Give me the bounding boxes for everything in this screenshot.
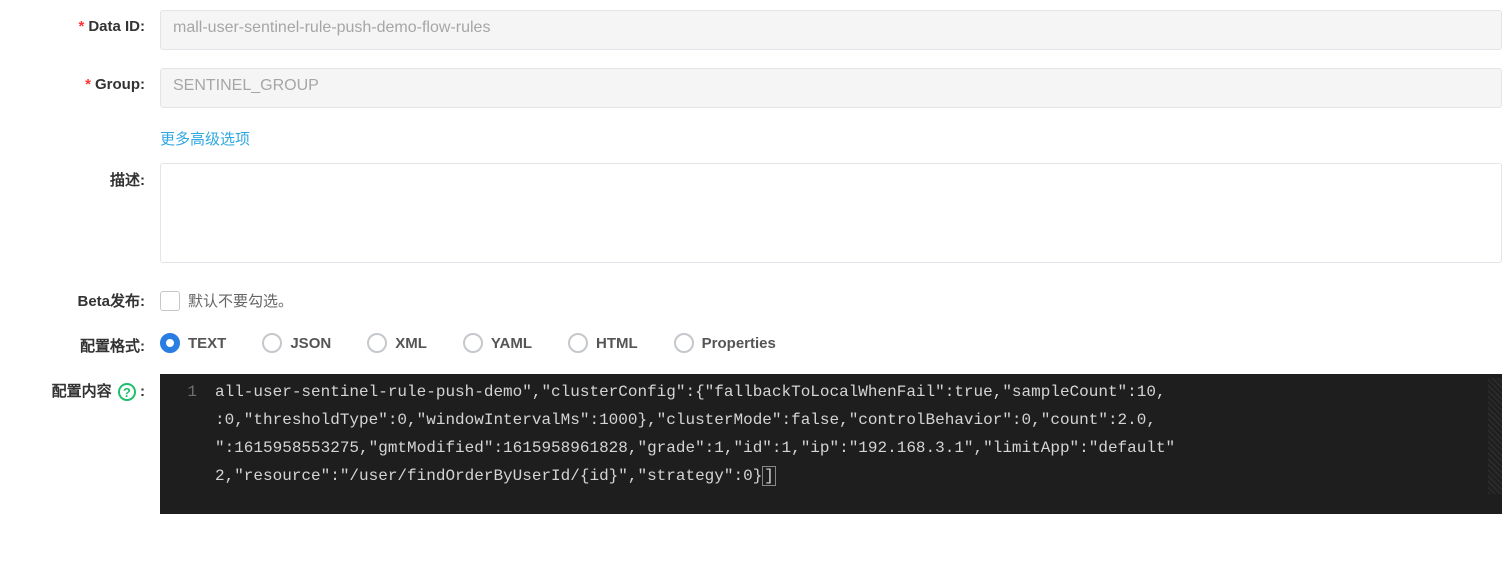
radio-label: XML xyxy=(395,335,427,352)
radio-label: HTML xyxy=(596,335,638,352)
row-beta: Beta发布: 默认不要勾选。 xyxy=(0,284,1502,311)
radio-dot-icon xyxy=(463,333,483,353)
format-radio-text[interactable]: TEXT xyxy=(160,333,226,353)
row-content: 配置内容 ? : 1 all-user-sentinel-rule-push-d… xyxy=(0,374,1502,514)
radio-label: TEXT xyxy=(188,335,226,352)
beta-hint-text: 默认不要勾选。 xyxy=(188,290,293,311)
editor-scrollbar[interactable] xyxy=(1488,378,1502,494)
radio-label: Properties xyxy=(702,335,776,352)
label-group-text: Group: xyxy=(95,76,145,93)
label-content-colon: : xyxy=(140,383,145,400)
help-icon[interactable]: ? xyxy=(118,383,136,401)
advanced-options-link[interactable]: 更多高级选项 xyxy=(160,126,250,149)
label-group: *Group: xyxy=(0,68,160,93)
beta-checkbox[interactable] xyxy=(160,291,180,311)
row-format: 配置格式: TEXT JSON XML YAML HTML Properties xyxy=(0,329,1502,356)
code-editor[interactable]: 1 all-user-sentinel-rule-push-demo","clu… xyxy=(160,374,1502,514)
radio-dot-icon xyxy=(262,333,282,353)
radio-dot-icon xyxy=(674,333,694,353)
group-input[interactable]: SENTINEL_GROUP xyxy=(160,68,1502,108)
format-radio-html[interactable]: HTML xyxy=(568,333,638,353)
required-star-icon: * xyxy=(78,18,84,35)
label-description: 描述: xyxy=(0,163,160,190)
label-beta: Beta发布: xyxy=(0,284,160,311)
radio-dot-icon xyxy=(568,333,588,353)
row-group: *Group: SENTINEL_GROUP xyxy=(0,68,1502,108)
format-radio-json[interactable]: JSON xyxy=(262,333,331,353)
description-textarea[interactable] xyxy=(160,163,1502,263)
label-data-id: *Data ID: xyxy=(0,10,160,35)
format-radio-group: TEXT JSON XML YAML HTML Properties xyxy=(160,329,1502,353)
editor-gutter: 1 xyxy=(160,378,215,494)
format-radio-xml[interactable]: XML xyxy=(367,333,427,353)
format-radio-properties[interactable]: Properties xyxy=(674,333,776,353)
radio-dot-icon xyxy=(160,333,180,353)
row-data-id: *Data ID: mall-user-sentinel-rule-push-d… xyxy=(0,10,1502,50)
label-content: 配置内容 ? : xyxy=(0,374,160,401)
row-advanced: 更多高级选项 xyxy=(0,126,1502,149)
radio-dot-icon xyxy=(367,333,387,353)
label-format: 配置格式: xyxy=(0,329,160,356)
data-id-input[interactable]: mall-user-sentinel-rule-push-demo-flow-r… xyxy=(160,10,1502,50)
label-data-id-text: Data ID: xyxy=(88,18,145,35)
radio-label: YAML xyxy=(491,335,532,352)
editor-code[interactable]: all-user-sentinel-rule-push-demo","clust… xyxy=(215,378,1488,494)
row-description: 描述: xyxy=(0,163,1502,266)
label-content-text: 配置内容 xyxy=(52,383,112,400)
required-star-icon: * xyxy=(85,76,91,93)
radio-label: JSON xyxy=(290,335,331,352)
format-radio-yaml[interactable]: YAML xyxy=(463,333,532,353)
